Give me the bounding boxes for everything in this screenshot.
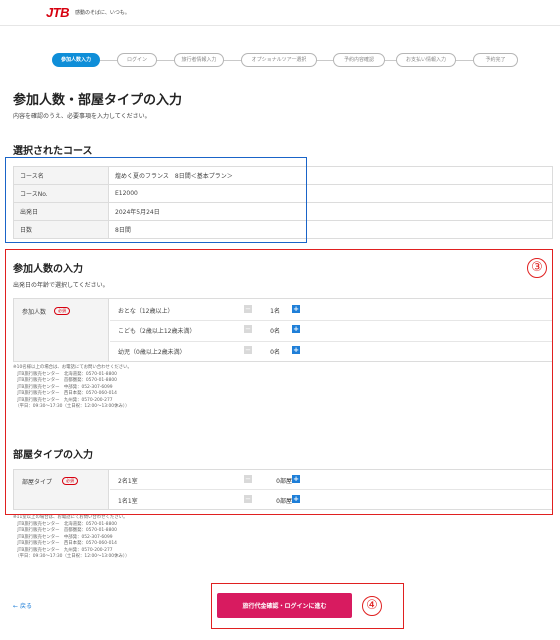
course-section-title: 選択されたコース [13,146,93,157]
step-participants: 参加人数入力 [52,53,100,67]
proceed-login-button[interactable]: 旅行代金確認・ログインに進む [217,593,352,618]
step-login: ログイン [117,53,157,67]
back-label: 戻る [19,603,32,610]
tagline: 感動のそばに、いつも。 [75,10,130,16]
step-optional-tour: オプショナルツアー選択 [241,53,317,67]
course-highlight-frame [5,157,307,243]
step-traveler-info: 旅行者情報入力 [174,53,224,67]
rooms-note: ※11室以上の場合は、お電話にてお問い合わせください。 JTB旅行販売センター … [13,515,130,559]
annotation-number-3: ③ [527,258,547,278]
page-lead: 内容を確認のうえ、必要事項を入力してください。 [13,113,151,120]
annotation-number-4: ④ [362,596,382,616]
page-title: 参加人数・部屋タイプの入力 [13,93,183,108]
progress-stepper: 参加人数入力 ログイン 旅行者情報入力 オプショナルツアー選択 予約内容確認 お… [52,53,518,67]
back-link[interactable]: ← 戻る [13,601,32,610]
site-header: JTB 感動のそばに、いつも。 [0,0,560,26]
step-complete: 予約完了 [473,53,518,67]
step-payment: お支払い情報入力 [396,53,456,67]
jtb-logo[interactable]: JTB [46,5,70,20]
arrow-left-icon: ← [13,603,20,610]
step-confirm: 予約内容確認 [333,53,385,67]
booking-page: JTB 感動のそばに、いつも。 参加人数入力 ログイン 旅行者情報入力 オプショ… [0,0,560,640]
input-highlight-frame [5,249,553,515]
